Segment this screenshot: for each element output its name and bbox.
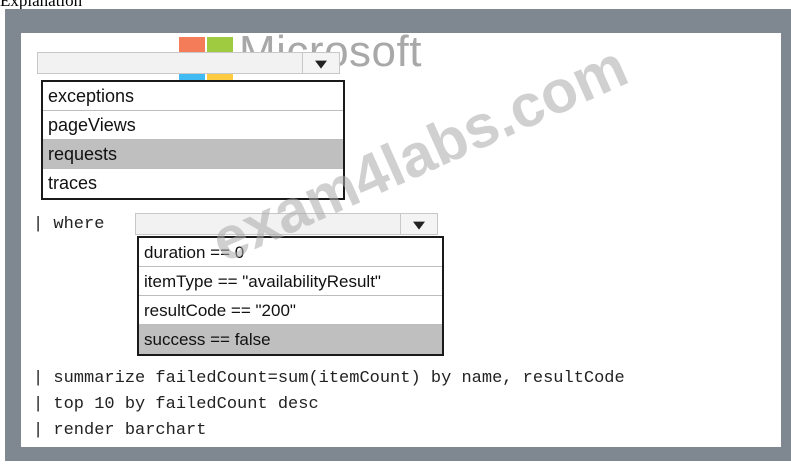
- option-traces[interactable]: traces: [43, 169, 343, 198]
- dropdown-toggle-button[interactable]: [400, 214, 437, 234]
- query-line-render: | render barchart: [33, 421, 207, 440]
- dropdown-toggle-button[interactable]: [302, 53, 339, 73]
- option-success-false[interactable]: success == false: [139, 325, 442, 354]
- option-resultcode[interactable]: resultCode == "200": [139, 296, 442, 325]
- option-pageviews[interactable]: pageViews: [43, 111, 343, 140]
- query-panel: Microsoft exceptions pageViews requests …: [21, 27, 781, 447]
- screenshot-frame: Microsoft exceptions pageViews requests …: [5, 9, 791, 461]
- option-requests[interactable]: requests: [43, 140, 343, 169]
- where-keyword: | where: [33, 215, 105, 234]
- condition-select-dropdown[interactable]: [135, 213, 438, 235]
- table-select-dropdown[interactable]: [37, 52, 340, 74]
- condition-options-list: duration == 0 itemType == "availabilityR…: [137, 236, 444, 356]
- chevron-down-icon: [413, 221, 425, 230]
- option-duration[interactable]: duration == 0: [139, 238, 442, 267]
- option-exceptions[interactable]: exceptions: [43, 82, 343, 111]
- query-line-summarize: | summarize failedCount=sum(itemCount) b…: [33, 369, 625, 388]
- chevron-down-icon: [315, 60, 327, 69]
- option-itemtype[interactable]: itemType == "availabilityResult": [139, 267, 442, 296]
- table-options-list: exceptions pageViews requests traces: [41, 80, 345, 200]
- query-line-top: | top 10 by failedCount desc: [33, 395, 319, 414]
